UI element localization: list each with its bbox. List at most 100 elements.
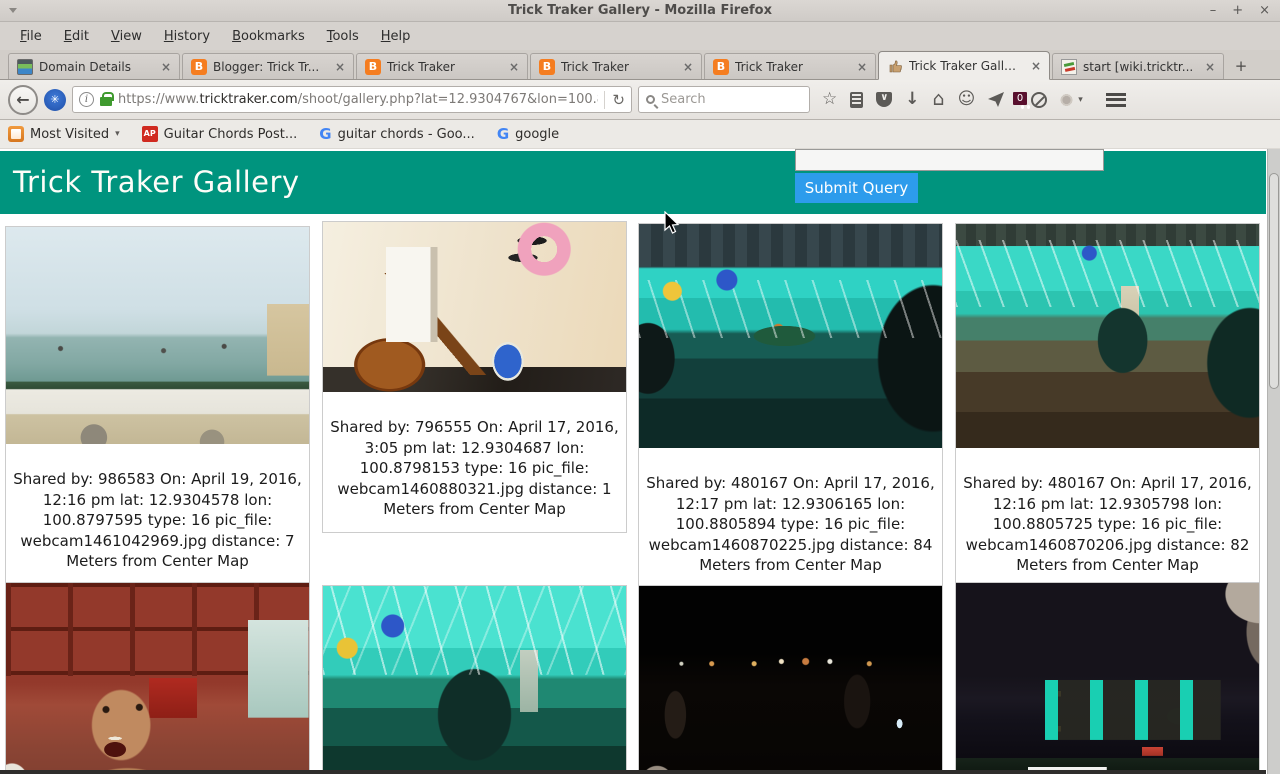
thumbs-up-favicon [887,58,903,74]
tab-trick-traker-gallery-active[interactable]: Trick Traker Gallery × [878,51,1050,80]
page-title: Trick Traker Gallery [13,165,300,199]
chevron-down-icon: ▾ [115,129,120,139]
globe-edit-icon[interactable] [1031,92,1047,108]
bookmarks-toolbar: Most Visited ▾ AP Guitar Chords Post... … [0,120,1280,149]
vertical-scrollbar[interactable] [1267,149,1280,774]
home-icon[interactable]: ⌂ [933,90,945,109]
ghostery-badge: 0 [1013,92,1027,105]
reload-icon[interactable]: ↻ [604,91,625,109]
tab-wiki-start[interactable]: start [wiki.tricktr... × [1052,53,1224,79]
mouse-cursor [664,211,681,239]
gallery-card[interactable]: Shared by: 796555 On: April 17, 2016, 3:… [322,221,627,533]
gallery-photo-room-guitars[interactable] [323,222,626,392]
blogger-favicon [191,59,207,75]
maximize-button[interactable]: + [1232,1,1243,21]
gallery-card[interactable]: Shared by: 986583 On: April 19, 2016, 12… [5,226,310,585]
tab-blogger[interactable]: Blogger: Trick Tr... × [182,53,354,79]
google-favicon: G [497,126,509,142]
bookmark-google[interactable]: G google [497,126,559,142]
toolbar-buttons: ☆ ∨ ↓ ⌂ ☺ 0 ▾ [822,90,1126,109]
tab-close-icon[interactable]: × [1203,60,1217,74]
search-box[interactable] [638,86,810,113]
bookmark-star-icon[interactable]: ☆ [822,91,837,108]
tab-bar: Domain Details × Blogger: Trick Tr... × … [0,50,1280,80]
window-bottom-edge [0,770,1266,774]
google-favicon: G [319,126,331,142]
firefox-window: Trick Traker Gallery - Mozilla Firefox –… [0,0,1280,775]
menu-file[interactable]: File [10,25,52,48]
gallery-photo-night-hotel[interactable] [956,583,1259,774]
page-info-icon[interactable]: i [79,92,94,107]
bookmark-guitar-chords-google[interactable]: G guitar chords - Goo... [319,126,475,142]
tab-trick-traker-3[interactable]: Trick Traker × [704,53,876,79]
addon-icon[interactable] [1060,94,1073,106]
reading-list-icon[interactable] [850,92,863,108]
tab-trick-traker-1[interactable]: Trick Traker × [356,53,528,79]
photo-caption: Shared by: 796555 On: April 17, 2016, 3:… [323,392,626,532]
page-content: Trick Traker Gallery Submit Query Shared… [0,149,1280,774]
menu-history[interactable]: History [154,25,220,48]
back-button[interactable]: ← [8,85,38,115]
menu-help[interactable]: Help [371,25,421,48]
menu-tools[interactable]: Tools [317,25,369,48]
navigation-toolbar: ← ✳ i https://www.tricktraker.com/shoot/… [0,80,1280,120]
tab-close-icon[interactable]: × [855,60,869,74]
window-titlebar: Trick Traker Gallery - Mozilla Firefox –… [0,0,1280,22]
feedback-smiley-icon[interactable]: ☺ [958,91,976,108]
menu-edit[interactable]: Edit [54,25,99,48]
tab-close-icon[interactable]: × [333,60,347,74]
pocket-icon[interactable]: ∨ [876,92,892,107]
tab-close-icon[interactable]: × [681,60,695,74]
gallery-photo-restaurant-bright[interactable] [323,586,626,774]
gallery-card[interactable] [5,582,310,774]
menu-hamburger-icon[interactable] [1106,93,1126,107]
query-input[interactable] [795,149,1104,171]
tab-close-icon[interactable]: × [159,60,173,74]
downloads-icon[interactable]: ↓ [905,91,919,108]
domain-details-favicon [17,59,33,75]
tab-trick-traker-2[interactable]: Trick Traker × [530,53,702,79]
photo-caption: Shared by: 480167 On: April 17, 2016, 12… [956,448,1259,588]
search-input[interactable] [661,92,802,107]
gallery-photo-restaurant-day[interactable] [956,224,1259,448]
ap-favicon: AP [142,126,158,142]
bookmark-guitar-chords-post[interactable]: AP Guitar Chords Post... [142,126,298,142]
blogger-favicon [365,59,381,75]
gallery-card[interactable]: Shared by: 480167 On: April 17, 2016, 12… [638,223,943,589]
gallery-photo-man-selfie[interactable] [6,583,309,774]
close-button[interactable]: × [1259,1,1270,21]
submit-query-button[interactable]: Submit Query [795,173,918,203]
addon-dropdown-icon[interactable]: ▾ [1078,95,1083,105]
window-title: Trick Traker Gallery - Mozilla Firefox [0,3,1280,18]
photo-caption: Shared by: 480167 On: April 17, 2016, 12… [639,448,942,588]
tab-close-icon[interactable]: × [507,60,521,74]
menu-bookmarks[interactable]: Bookmarks [222,25,315,48]
minimize-button[interactable]: – [1210,1,1217,21]
blogger-favicon [713,59,729,75]
tab-domain-details[interactable]: Domain Details × [8,53,180,79]
most-visited-folder-icon [8,126,24,142]
https-lock-icon[interactable] [100,97,112,106]
gallery-card[interactable] [955,582,1260,774]
gallery-card[interactable] [638,585,943,774]
gallery-card[interactable] [322,585,627,774]
url-bar[interactable]: i https://www.tricktraker.com/shoot/gall… [72,86,632,113]
url-text[interactable]: https://www.tricktraker.com/shoot/galler… [118,92,598,107]
gallery-photo-night-beach[interactable] [639,586,942,774]
send-tab-icon[interactable] [988,92,1005,107]
gallery-card[interactable]: Shared by: 480167 On: April 17, 2016, 12… [955,223,1260,589]
bookmark-most-visited[interactable]: Most Visited ▾ [8,126,120,142]
photo-caption: Shared by: 986583 On: April 19, 2016, 12… [6,444,309,584]
new-tab-button[interactable]: + [1228,54,1254,78]
blogger-favicon [539,59,555,75]
gallery-photo-restaurant-dark[interactable] [639,224,942,448]
menu-bar: File Edit View History Bookmarks Tools H… [0,22,1280,50]
wiki-favicon [1061,59,1077,75]
tab-close-icon[interactable]: × [1029,59,1043,73]
extension-page-icon[interactable]: ✳ [44,89,66,111]
menu-view[interactable]: View [101,25,152,48]
scrollbar-thumb[interactable] [1269,173,1279,389]
gallery-photo-rooftop-sea-view[interactable] [6,227,309,444]
search-icon [646,95,655,104]
window-controls: – + × [1210,1,1280,21]
